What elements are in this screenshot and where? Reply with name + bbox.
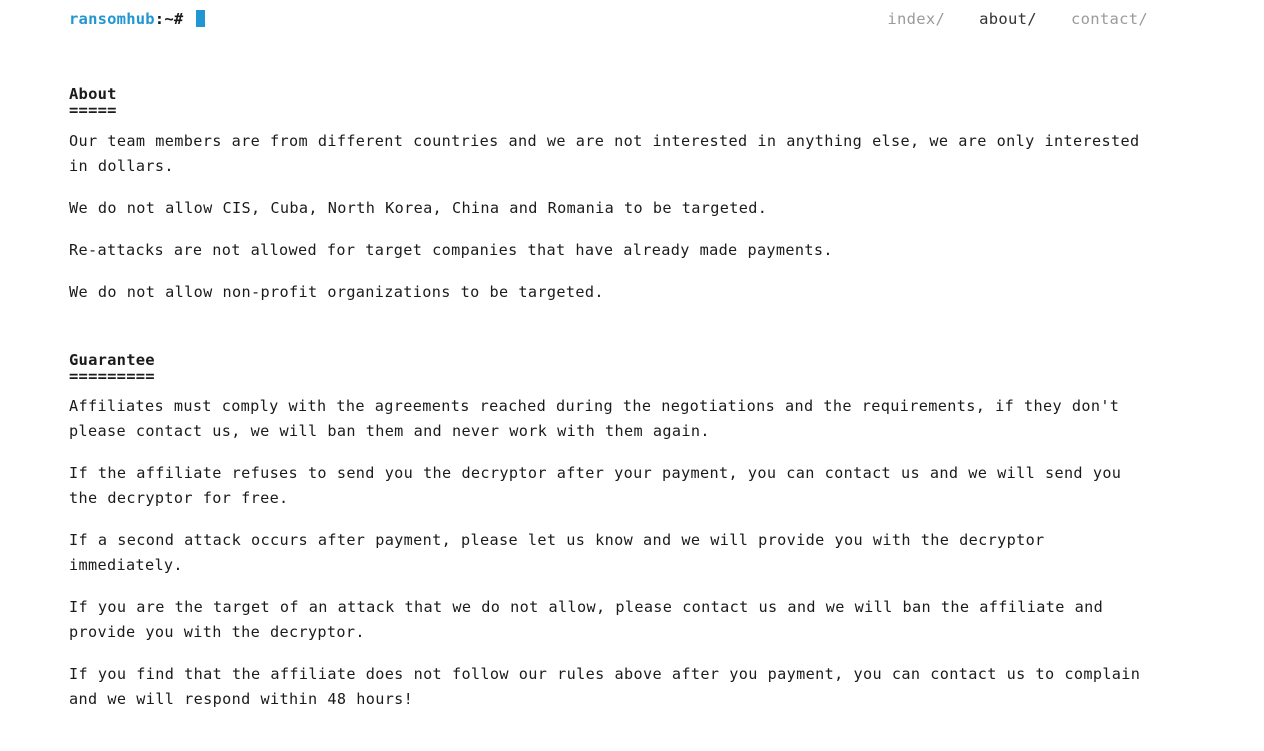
guarantee-paragraph-3: If a second attack occurs after payment,… (69, 528, 1149, 578)
guarantee-heading-underline: ========= (69, 370, 1195, 383)
page-root: ransomhub:~# index/ about/ contact/ Abou… (0, 0, 1264, 751)
prompt-hostname: ransomhub (69, 9, 155, 29)
page-content: About ===== Our team members are from di… (0, 84, 1264, 712)
nav-link-index[interactable]: index/ (870, 9, 962, 29)
block-cursor-icon (196, 10, 205, 27)
guarantee-heading: Guarantee (69, 350, 1195, 370)
about-paragraph-4: We do not allow non-profit organizations… (69, 280, 1149, 305)
main-navigation: index/ about/ contact/ (870, 9, 1148, 29)
nav-link-contact[interactable]: contact/ (1054, 9, 1148, 29)
guarantee-paragraph-1: Affiliates must comply with the agreemen… (69, 394, 1149, 444)
top-bar: ransomhub:~# index/ about/ contact/ (0, 0, 1264, 37)
about-paragraph-3: Re-attacks are not allowed for target co… (69, 238, 1149, 263)
about-heading: About (69, 84, 1195, 104)
nav-link-about[interactable]: about/ (962, 9, 1054, 29)
about-paragraph-1: Our team members are from different coun… (69, 129, 1149, 179)
about-paragraph-2: We do not allow CIS, Cuba, North Korea, … (69, 196, 1149, 221)
guarantee-paragraphs: Affiliates must comply with the agreemen… (69, 394, 1195, 712)
prompt-path: :~# (155, 9, 184, 29)
section-guarantee: Guarantee ========= Affiliates must comp… (69, 350, 1195, 712)
guarantee-paragraph-2: If the affiliate refuses to send you the… (69, 461, 1149, 511)
about-paragraphs: Our team members are from different coun… (69, 129, 1195, 305)
about-heading-underline: ===== (69, 104, 1195, 117)
about-heading-group: About ===== (69, 84, 1195, 117)
section-about: About ===== Our team members are from di… (69, 84, 1195, 305)
terminal-prompt: ransomhub:~# (69, 9, 205, 29)
guarantee-paragraph-4: If you are the target of an attack that … (69, 595, 1149, 645)
guarantee-heading-group: Guarantee ========= (69, 350, 1195, 383)
guarantee-paragraph-5: If you find that the affiliate does not … (69, 662, 1149, 712)
